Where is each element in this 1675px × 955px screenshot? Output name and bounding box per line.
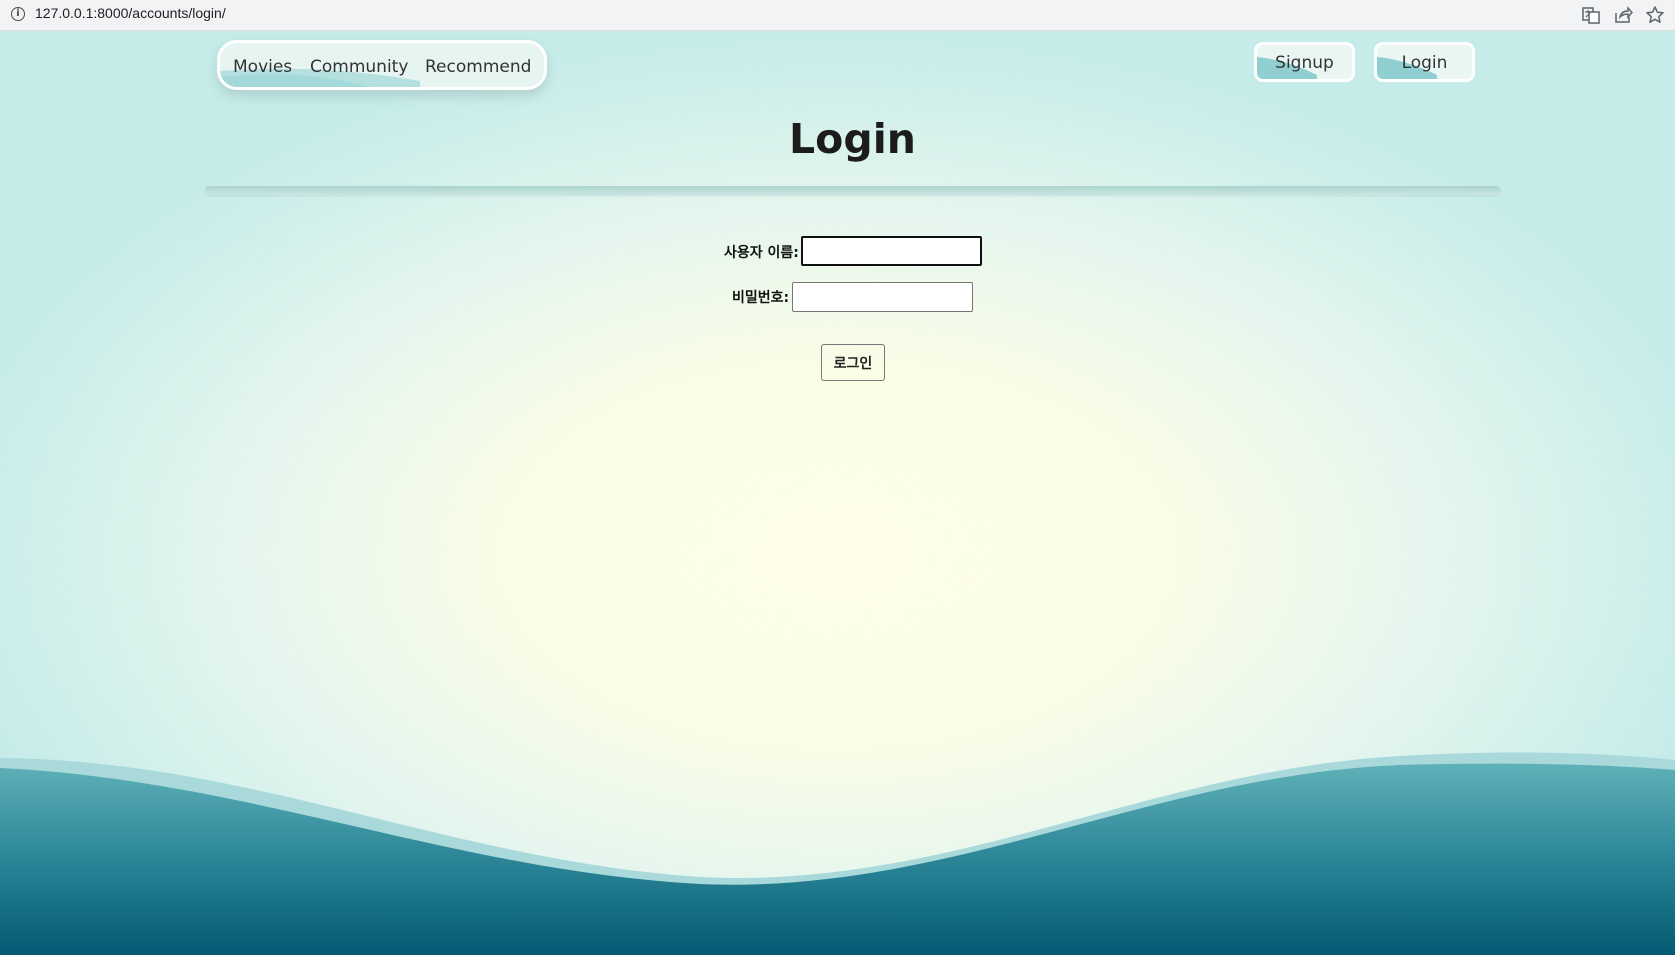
nav-link-movies[interactable]: Movies: [233, 57, 292, 77]
nav-link-recommend[interactable]: Recommend: [425, 57, 531, 77]
share-icon[interactable]: [1612, 4, 1634, 26]
signup-button[interactable]: Signup: [1254, 42, 1355, 82]
password-label: 비밀번호:: [732, 290, 790, 306]
username-label: 사용자 이름:: [724, 245, 799, 261]
address-url[interactable]: 127.0.0.1:8000/accounts/login/: [35, 5, 226, 21]
bottom-wave-decoration: [0, 752, 1675, 955]
login-submit-button[interactable]: 로그인: [821, 344, 885, 381]
info-icon[interactable]: i: [11, 7, 25, 21]
main-nav: Movies Community Recommend: [217, 40, 547, 90]
browser-address-bar: i 127.0.0.1:8000/accounts/login/: [0, 0, 1675, 31]
login-label: Login: [1401, 53, 1448, 73]
login-button[interactable]: Login: [1374, 42, 1475, 82]
nav-link-community[interactable]: Community: [310, 57, 408, 77]
page-title: Login: [789, 115, 916, 163]
title-divider: [205, 186, 1501, 195]
signup-label: Signup: [1275, 53, 1334, 73]
password-input[interactable]: [792, 282, 973, 312]
translate-icon[interactable]: [1580, 4, 1602, 26]
username-input[interactable]: [801, 236, 982, 266]
bookmark-star-icon[interactable]: [1644, 4, 1666, 26]
